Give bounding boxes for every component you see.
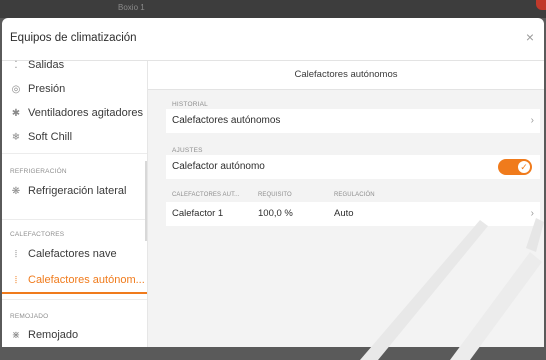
window-titlebar: Boxio 1 bbox=[0, 0, 546, 18]
category-refrigeracion: REFRIGERACIÓN bbox=[10, 168, 67, 175]
heater-icon: ⦙ bbox=[14, 248, 18, 260]
climate-equipment-dialog: Equipos de climatización × ⁚ Salidas ◎ P… bbox=[2, 18, 544, 347]
sidebar-item-salidas[interactable]: ⁚ Salidas bbox=[10, 55, 64, 75]
category-remojado: REMOJADO bbox=[10, 313, 49, 320]
ajustes-row: Calefactor autónomo ✓ bbox=[166, 155, 540, 179]
dialog-header: Equipos de climatización × bbox=[2, 18, 544, 61]
cooling-icon: ❋ bbox=[11, 185, 21, 197]
sidebar-item-label: Presión bbox=[28, 83, 66, 95]
chevron-right-icon: › bbox=[530, 115, 534, 126]
sidebar-item-ventiladores[interactable]: ✱ Ventiladores agitadores bbox=[10, 103, 143, 123]
pressure-icon: ◎ bbox=[11, 83, 21, 95]
sidebar-divider bbox=[2, 219, 147, 220]
sidebar-item-label: Refrigeración lateral bbox=[28, 185, 127, 197]
cell-name: Calefactor 1 bbox=[172, 208, 224, 219]
sidebar-item-refrigeracion-lateral[interactable]: ❋ Refrigeración lateral bbox=[10, 181, 127, 201]
main-title-bar: Calefactores autónomos bbox=[148, 61, 544, 90]
close-icon[interactable]: × bbox=[526, 29, 534, 45]
col-header-name: CALEFACTORES AUT... bbox=[172, 192, 240, 198]
cell-regulacion: Auto bbox=[334, 208, 354, 219]
historial-row[interactable]: Calefactores autónomos › bbox=[166, 109, 540, 133]
soft-chill-icon: ❄ bbox=[11, 131, 21, 143]
col-header-regulacion: REGULACIÓN bbox=[334, 192, 375, 198]
col-header-requisito: REQUISITO bbox=[258, 192, 292, 198]
page-title: Calefactores autónomos bbox=[294, 69, 398, 80]
sidebar-divider bbox=[2, 299, 147, 300]
historial-row-label: Calefactores autónomos bbox=[172, 115, 281, 126]
spray-icon: ⋇ bbox=[11, 329, 21, 341]
window-title: Boxio 1 bbox=[118, 3, 145, 12]
main-content: Calefactores autónomos HISTORIAL Calefac… bbox=[148, 61, 544, 347]
sidebar-item-label: Soft Chill bbox=[28, 131, 73, 143]
sidebar: ⁚ Salidas ◎ Presión ✱ Ventiladores agita… bbox=[2, 59, 148, 347]
sidebar-item-remojado[interactable]: ⋇ Remojado bbox=[10, 325, 78, 345]
sidebar-item-calefactores-nave[interactable]: ⦙ Calefactores nave bbox=[10, 244, 117, 264]
sidebar-item-presion[interactable]: ◎ Presión bbox=[10, 79, 66, 99]
autonomous-heater-toggle[interactable]: ✓ bbox=[498, 159, 532, 175]
section-ajustes: AJUSTES bbox=[172, 147, 203, 154]
active-indicator bbox=[2, 292, 147, 294]
table-row[interactable]: Calefactor 1 100,0 % Auto › bbox=[166, 202, 540, 226]
sidebar-item-label: Ventiladores agitadores bbox=[28, 107, 143, 119]
chevron-right-icon: › bbox=[530, 208, 534, 219]
sidebar-divider bbox=[2, 153, 147, 154]
category-calefactores: CALEFACTORES bbox=[10, 231, 65, 238]
sidebar-item-label: Salidas bbox=[28, 59, 65, 71]
sidebar-scrollbar[interactable] bbox=[145, 161, 147, 241]
sidebar-item-label: Calefactores autónom... bbox=[28, 274, 145, 286]
fan-icon: ✱ bbox=[11, 107, 21, 119]
sidebar-item-calefactores-autonomos[interactable]: ⦙ Calefactores autónom... bbox=[10, 270, 145, 290]
check-icon: ✓ bbox=[518, 161, 530, 173]
dialog-title: Equipos de climatización bbox=[10, 32, 137, 44]
heater-icon: ⦙ bbox=[14, 274, 18, 286]
outputs-icon: ⁚ bbox=[14, 59, 18, 71]
sidebar-item-label: Remojado bbox=[28, 329, 79, 341]
ajustes-row-label: Calefactor autónomo bbox=[172, 161, 265, 172]
sidebar-item-soft-chill[interactable]: ❄ Soft Chill bbox=[10, 127, 72, 147]
cell-requisito: 100,0 % bbox=[258, 208, 293, 219]
window-close-dot[interactable] bbox=[536, 0, 546, 10]
sidebar-item-label: Calefactores nave bbox=[28, 248, 117, 260]
section-historial: HISTORIAL bbox=[172, 101, 208, 108]
